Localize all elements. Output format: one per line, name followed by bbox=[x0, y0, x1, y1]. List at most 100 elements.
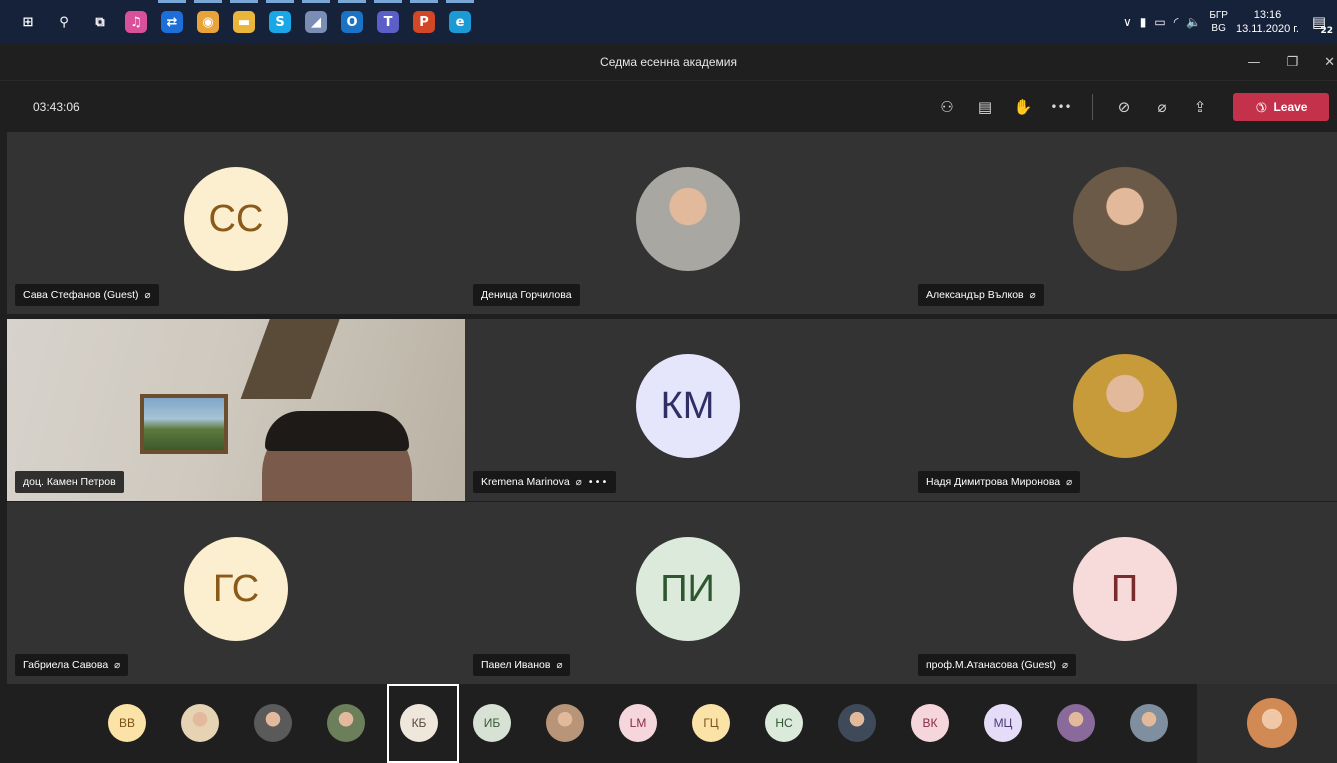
participant-photo bbox=[1072, 354, 1177, 459]
taskbar-button[interactable]: ♫ bbox=[118, 0, 154, 44]
participant-tile[interactable]: СС Сава Стефанов (Guest) ⌀ bbox=[7, 132, 465, 314]
participant-avatar: ПИ bbox=[635, 537, 740, 642]
taskbar-button[interactable]: P bbox=[406, 0, 442, 44]
participant-tile[interactable]: Александър Вълков ⌀ bbox=[910, 132, 1337, 314]
roster-avatar[interactable]: ВВ bbox=[108, 704, 146, 742]
participant-tile[interactable]: ГС Габриела Савова ⌀ bbox=[7, 502, 465, 684]
clock-date: 13.11.2020 г. bbox=[1235, 23, 1299, 35]
more-actions-icon[interactable]: ••• bbox=[1045, 91, 1077, 123]
participant-nameplate: Александър Вълков ⌀ bbox=[918, 284, 1044, 306]
restore-icon[interactable]: ❐ bbox=[1286, 55, 1298, 70]
roster-avatar[interactable]: ВК bbox=[911, 704, 949, 742]
roster-avatar[interactable]: ГЦ bbox=[692, 704, 730, 742]
roster-avatar[interactable]: МЦ bbox=[984, 704, 1022, 742]
windows-start-icon: ⊞ bbox=[22, 14, 34, 30]
leave-button[interactable]: ✆ Leave bbox=[1233, 92, 1329, 121]
chat-icon[interactable]: ▤ bbox=[969, 91, 1001, 123]
taskbar-button[interactable]: ⚲ bbox=[46, 0, 82, 44]
camera-off-icon[interactable]: ⊘ bbox=[1108, 91, 1140, 123]
input-language[interactable]: БГР BG bbox=[1209, 9, 1228, 35]
taskbar-button[interactable]: ⇄ bbox=[154, 0, 190, 44]
participant-tile[interactable]: КМ Kremena Marinova ⌀ ••• bbox=[465, 319, 910, 501]
roster-avatar[interactable] bbox=[1130, 704, 1168, 742]
roster-avatar[interactable] bbox=[181, 704, 219, 742]
participant-tile[interactable]: Надя Димитрова Миронова ⌀ bbox=[910, 319, 1337, 501]
network-icon[interactable]: ◜ bbox=[1174, 15, 1179, 29]
search-icon: ⚲ bbox=[59, 14, 69, 30]
participant-name: Александър Вълков bbox=[926, 289, 1024, 301]
meeting-controls: ⚇ ▤ ✋ ••• ⊘ ⌀ ⇪ ✆ Leave bbox=[928, 81, 1329, 133]
participant-tile[interactable]: доц. Камен Петров bbox=[7, 319, 465, 501]
taskbar-button[interactable]: ▬ bbox=[226, 0, 262, 44]
outlook-icon: O bbox=[341, 11, 363, 33]
roster-avatar[interactable]: КБ bbox=[400, 704, 438, 742]
participant-name: Сава Стефанов (Guest) bbox=[23, 289, 139, 301]
participant-nameplate: Павел Иванов ⌀ bbox=[473, 654, 571, 676]
show-hidden-icons-icon[interactable]: ∨ bbox=[1123, 15, 1132, 29]
notification-count: 22 bbox=[1320, 26, 1333, 36]
participant-photo bbox=[635, 167, 740, 272]
taskbar-button[interactable]: ◉ bbox=[190, 0, 226, 44]
raise-hand-icon[interactable]: ✋ bbox=[1007, 91, 1039, 123]
roster-avatar[interactable]: НС bbox=[765, 704, 803, 742]
roster-avatar[interactable] bbox=[1057, 704, 1095, 742]
minimize-icon[interactable]: — bbox=[1247, 55, 1260, 70]
participant-nameplate: Габриела Савова ⌀ bbox=[15, 654, 129, 676]
mic-muted-icon: ⌀ bbox=[1066, 476, 1073, 488]
powerpoint-icon: P bbox=[413, 11, 435, 33]
edge-icon: e bbox=[449, 11, 471, 33]
mic-muted-icon: ⌀ bbox=[114, 659, 121, 671]
taskbar-button[interactable]: S bbox=[262, 0, 298, 44]
participant-nameplate: Kremena Marinova ⌀ ••• bbox=[473, 471, 617, 493]
itunes-icon: ♫ bbox=[125, 11, 147, 33]
participant-grid: СС Сава Стефанов (Guest) ⌀ Деница Горчилова… bbox=[0, 132, 1337, 684]
task-view-icon: ⧉ bbox=[95, 14, 105, 30]
participant-tile[interactable]: ПИ Павел Иванов ⌀ bbox=[465, 502, 910, 684]
skype-icon: S bbox=[269, 11, 291, 33]
close-icon[interactable]: ✕ bbox=[1324, 55, 1335, 70]
system-tray: ∨ ▮ ▭ ◜ 🔈 БГР BG 13:16 13.11.2020 г. ▤ 2… bbox=[1123, 0, 1337, 44]
usb-icon[interactable]: ▮ bbox=[1140, 15, 1147, 29]
window-titlebar: Седма есенна академия — ❐ ✕ bbox=[0, 44, 1337, 80]
roster-avatar[interactable] bbox=[327, 704, 365, 742]
participant-tile[interactable]: Деница Горчилова bbox=[465, 132, 910, 314]
share-screen-icon[interactable]: ⇪ bbox=[1184, 91, 1216, 123]
participant-nameplate: доц. Камен Петров bbox=[15, 471, 124, 493]
self-view[interactable] bbox=[1197, 684, 1337, 763]
taskbar-button[interactable]: ⧉ bbox=[82, 0, 118, 44]
taskbar-button[interactable]: O bbox=[334, 0, 370, 44]
clock[interactable]: 13:16 13.11.2020 г. bbox=[1236, 8, 1299, 36]
participant-nameplate: Деница Горчилова bbox=[473, 284, 580, 306]
chrome-icon: ◉ bbox=[197, 11, 219, 33]
participant-avatar: КМ bbox=[635, 354, 740, 459]
battery-icon[interactable]: ▭ bbox=[1154, 15, 1165, 29]
mic-muted-icon: ⌀ bbox=[1029, 289, 1036, 301]
action-center-button[interactable]: ▤ 22 bbox=[1307, 10, 1333, 36]
teamviewer-icon: ⇄ bbox=[161, 11, 183, 33]
taskbar-button[interactable]: T bbox=[370, 0, 406, 44]
roster-avatar[interactable]: LM bbox=[619, 704, 657, 742]
roster-avatar[interactable] bbox=[546, 704, 584, 742]
roster-avatar[interactable] bbox=[838, 704, 876, 742]
mic-off-icon[interactable]: ⌀ bbox=[1146, 91, 1178, 123]
participant-name: Павел Иванов bbox=[481, 659, 551, 671]
volume-icon[interactable]: 🔈 bbox=[1186, 15, 1201, 29]
meeting-toolbar: 03:43:06 ⚇ ▤ ✋ ••• ⊘ ⌀ ⇪ ✆ Leave bbox=[0, 80, 1337, 132]
participants-icon[interactable]: ⚇ bbox=[931, 91, 963, 123]
participant-avatar: П bbox=[1072, 537, 1177, 642]
participant-more-icon[interactable]: ••• bbox=[588, 477, 609, 488]
video-feed-painting bbox=[140, 394, 228, 454]
taskbar-button[interactable]: e bbox=[442, 0, 478, 44]
taskbar-button[interactable]: ◢ bbox=[298, 0, 334, 44]
onenote-icon: ◢ bbox=[305, 11, 327, 33]
participant-nameplate: проф.М.Атанасова (Guest) ⌀ bbox=[918, 654, 1076, 676]
roster-avatar[interactable] bbox=[254, 704, 292, 742]
mic-muted-icon: ⌀ bbox=[575, 476, 582, 488]
participant-tile[interactable]: Ппроф.М.Атанасова (Guest) ⌀ bbox=[910, 502, 1337, 684]
taskbar-button[interactable]: ⊞ bbox=[10, 0, 46, 44]
language-region: BG bbox=[1211, 23, 1226, 34]
window-title: Седма есенна академия bbox=[600, 55, 737, 69]
meeting-timer: 03:43:06 bbox=[33, 99, 80, 114]
mic-muted-icon: ⌀ bbox=[1061, 659, 1068, 671]
roster-avatar[interactable]: ИБ bbox=[473, 704, 511, 742]
